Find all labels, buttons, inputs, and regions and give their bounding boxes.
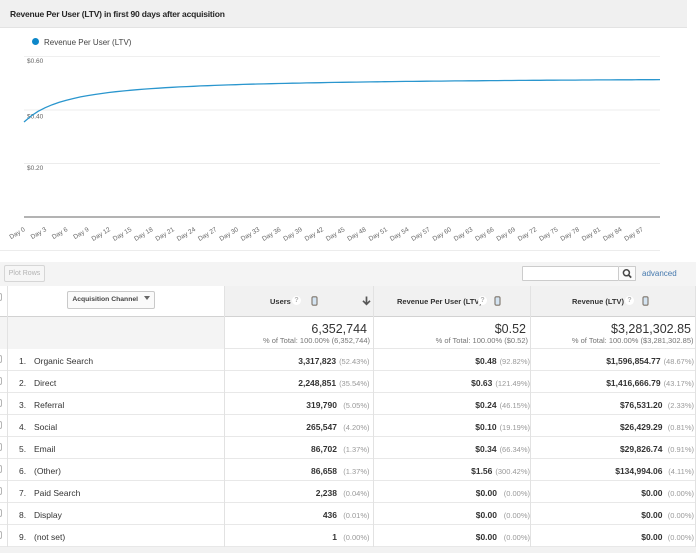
svg-text:Day 78: Day 78	[559, 226, 581, 243]
svg-text:Day 48: Day 48	[346, 226, 368, 243]
svg-text:Day 84: Day 84	[602, 226, 624, 243]
svg-text:Day 36: Day 36	[261, 226, 283, 243]
svg-text:Day 54: Day 54	[389, 226, 411, 243]
svg-text:Day 24: Day 24	[176, 226, 198, 243]
svg-text:Day 3: Day 3	[30, 226, 48, 241]
svg-text:Day 15: Day 15	[112, 226, 134, 243]
svg-text:Day 66: Day 66	[474, 226, 496, 243]
svg-text:Day 45: Day 45	[325, 226, 347, 243]
svg-text:Day 63: Day 63	[453, 226, 475, 243]
svg-text:Day 42: Day 42	[304, 226, 326, 243]
svg-text:Day 9: Day 9	[72, 226, 90, 241]
svg-text:Day 30: Day 30	[218, 226, 240, 243]
svg-text:Day 57: Day 57	[410, 226, 432, 243]
svg-text:Day 72: Day 72	[517, 226, 539, 243]
svg-text:Day 60: Day 60	[432, 226, 454, 243]
svg-text:Day 27: Day 27	[197, 226, 219, 243]
svg-text:$0.20: $0.20	[27, 165, 44, 172]
svg-text:Day 6: Day 6	[51, 226, 69, 241]
svg-text:Day 18: Day 18	[133, 226, 155, 243]
svg-text:Day 21: Day 21	[154, 226, 176, 243]
svg-text:Day 81: Day 81	[581, 226, 603, 243]
svg-text:Day 69: Day 69	[495, 226, 517, 243]
svg-text:$0.60: $0.60	[27, 58, 44, 65]
svg-text:Day 87: Day 87	[623, 226, 645, 243]
svg-text:Day 75: Day 75	[538, 226, 560, 243]
svg-text:Day 51: Day 51	[368, 226, 390, 243]
svg-text:Day 0: Day 0	[8, 226, 26, 241]
svg-text:Day 39: Day 39	[282, 226, 304, 243]
svg-text:Day 12: Day 12	[91, 226, 113, 243]
svg-text:Day 33: Day 33	[240, 226, 262, 243]
